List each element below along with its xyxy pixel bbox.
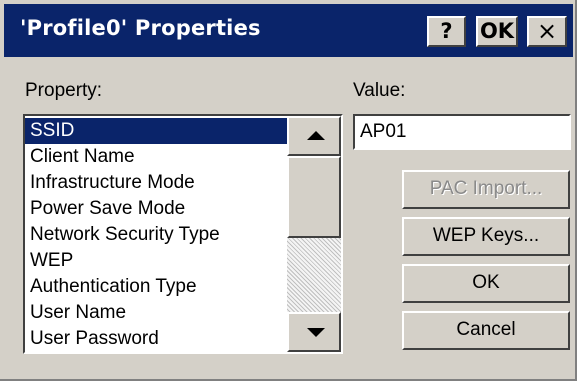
up-arrow-icon bbox=[307, 131, 325, 140]
property-list[interactable]: SSID Client Name Infrastructure Mode Power … bbox=[23, 114, 343, 354]
dialog-title: 'Profile0' Properties bbox=[20, 16, 261, 40]
list-item[interactable]: User Name bbox=[25, 300, 287, 326]
list-item[interactable]: SSID bbox=[25, 118, 287, 144]
close-button[interactable]: × bbox=[527, 16, 567, 47]
list-item[interactable]: Infrastructure Mode bbox=[25, 170, 287, 196]
scroll-up-button[interactable] bbox=[287, 116, 341, 156]
list-item[interactable]: User Password bbox=[25, 326, 287, 352]
properties-dialog: 'Profile0' Properties ? OK × Property: V… bbox=[0, 0, 577, 381]
help-button[interactable]: ? bbox=[427, 16, 466, 47]
cancel-button[interactable]: Cancel bbox=[402, 311, 570, 350]
list-item[interactable]: Power Save Mode bbox=[25, 196, 287, 222]
scroll-down-button[interactable] bbox=[287, 312, 341, 352]
ok-button[interactable]: OK bbox=[402, 264, 570, 303]
list-item[interactable]: Authentication Type bbox=[25, 274, 287, 300]
scroll-thumb[interactable] bbox=[287, 156, 341, 238]
list-item[interactable]: WEP bbox=[25, 248, 287, 274]
list-item[interactable]: Network Security Type bbox=[25, 222, 287, 248]
list-item[interactable]: Client Name bbox=[25, 144, 287, 170]
value-label: Value: bbox=[353, 80, 406, 101]
list-scrollbar[interactable] bbox=[287, 116, 341, 352]
pac-import-button[interactable]: PAC Import... bbox=[402, 170, 570, 209]
property-label: Property: bbox=[25, 80, 103, 101]
title-bar: 'Profile0' Properties ? OK × bbox=[4, 4, 573, 57]
title-ok-button[interactable]: OK bbox=[476, 16, 518, 47]
value-field[interactable]: AP01 bbox=[353, 114, 571, 150]
down-arrow-icon bbox=[307, 328, 325, 337]
wep-keys-button[interactable]: WEP Keys... bbox=[402, 217, 570, 256]
